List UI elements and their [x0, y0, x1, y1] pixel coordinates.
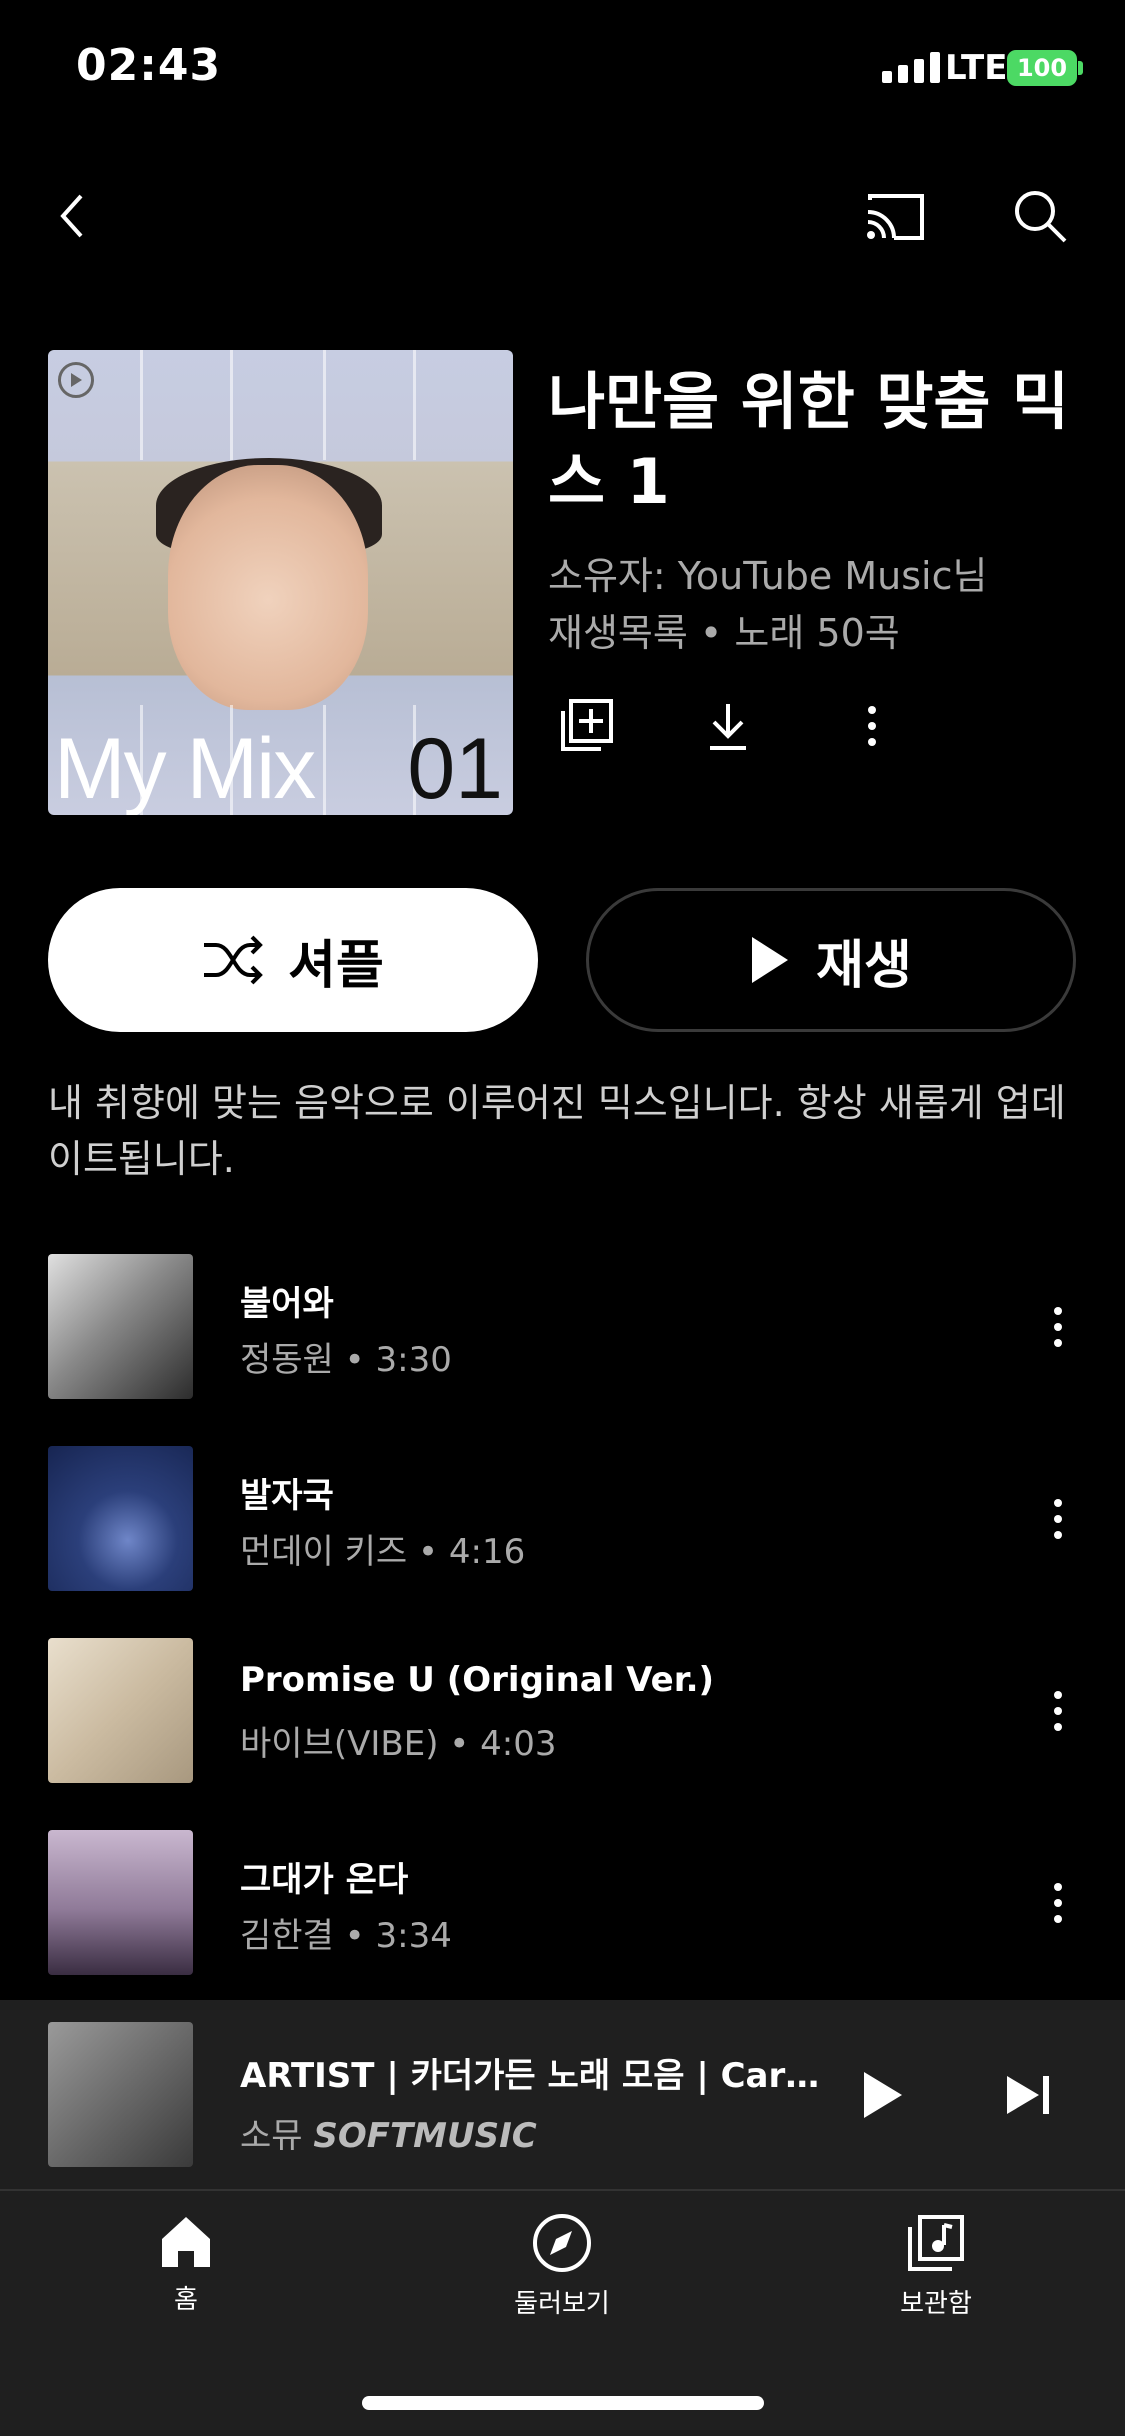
song-subtitle: 먼데이 키즈 • 4:16: [240, 1532, 526, 1572]
song-title: 발자국: [240, 1476, 334, 1516]
cast-button[interactable]: [856, 176, 936, 256]
nav-home[interactable]: 홈: [76, 2213, 296, 2316]
now-playing-thumbnail: [48, 2022, 193, 2167]
song-subtitle: 정동원 • 3:30: [240, 1340, 452, 1380]
song-thumbnail: [48, 1254, 193, 1399]
cover-play-icon: [58, 362, 94, 398]
play-label: 재생: [816, 935, 912, 996]
playlist-owner: 소유자: YouTube Music님: [548, 554, 988, 598]
play-icon: [864, 2072, 902, 2118]
search-icon: [1015, 191, 1067, 243]
nav-library[interactable]: 보관함: [826, 2213, 1046, 2320]
home-icon: [162, 2217, 210, 2267]
nav-library-label: 보관함: [900, 2289, 972, 2319]
back-icon: [60, 194, 83, 238]
playlist-more-button[interactable]: [852, 691, 892, 761]
song-thumbnail: [48, 1830, 193, 1975]
song-more-button[interactable]: [1038, 1292, 1078, 1362]
song-row[interactable]: 불어와 정동원 • 3:30: [0, 1254, 1125, 1400]
song-title: Promise U (Original Ver.): [240, 1660, 715, 1700]
library-add-icon: [561, 699, 613, 751]
playlist-description: 내 취향에 맞는 음악으로 이루어진 믹스입니다. 항상 새롭게 업데이트됩니다…: [48, 1081, 1066, 1181]
song-row[interactable]: 발자국 먼데이 키즈 • 4:16: [0, 1446, 1125, 1592]
save-to-library-button[interactable]: [546, 686, 626, 766]
now-playing-artist-name: 소뮤: [240, 2116, 303, 2156]
song-title: 불어와: [240, 1284, 334, 1324]
song-more-button[interactable]: [1038, 1484, 1078, 1554]
song-subtitle: 바이브(VIBE) • 4:03: [240, 1724, 557, 1764]
play-button[interactable]: 재생: [586, 888, 1076, 1032]
status-time: 02:43: [76, 40, 222, 91]
shuffle-button[interactable]: 셔플: [48, 888, 538, 1032]
now-playing-channel: SOFTMUSIC: [313, 2116, 537, 2156]
mini-player[interactable]: ARTIST | 카더가든 노래 모음 | Car the... 소뮤 SOFT…: [0, 2000, 1125, 2190]
cover-title: My Mix: [54, 721, 316, 815]
song-thumbnail: [48, 1638, 193, 1783]
now-playing-title: ARTIST | 카더가든 노래 모음 | Car the...: [240, 2056, 820, 2096]
cover-number: 01: [407, 721, 503, 815]
song-more-button[interactable]: [1038, 1676, 1078, 1746]
nav-home-label: 홈: [174, 2285, 198, 2315]
now-playing-artist: 소뮤 SOFTMUSIC: [240, 2108, 537, 2157]
nav-explore-label: 둘러보기: [514, 2289, 610, 2319]
download-icon: [710, 704, 746, 750]
shuffle-label: 셔플: [288, 935, 384, 996]
compass-icon: [533, 2214, 591, 2272]
song-title: 그대가 온다: [240, 1860, 409, 1900]
download-button[interactable]: [688, 686, 768, 766]
battery-icon: 100: [1007, 50, 1077, 86]
playlist-meta: 재생목록 • 노래 50곡: [548, 611, 900, 655]
shuffle-icon: [204, 935, 263, 985]
library-music-icon: [908, 2215, 964, 2271]
back-button[interactable]: [32, 176, 112, 256]
play-icon: [752, 937, 789, 983]
home-indicator: [362, 2396, 764, 2410]
cast-icon: [867, 194, 924, 240]
battery-tip: [1078, 61, 1083, 75]
playlist-title: 나만을 위한 맞춤 믹스 1: [548, 365, 1070, 518]
song-thumbnail: [48, 1446, 193, 1591]
song-more-button[interactable]: [1038, 1868, 1078, 1938]
song-row[interactable]: Promise U (Original Ver.) 바이브(VIBE) • 4:…: [0, 1638, 1125, 1784]
search-button[interactable]: [1000, 176, 1080, 256]
signal-icon: [882, 52, 940, 83]
next-button[interactable]: [984, 2050, 1074, 2140]
song-row[interactable]: 그대가 온다 김한결 • 3:34: [0, 1830, 1125, 1976]
playlist-cover: My Mix 01: [48, 350, 513, 815]
song-subtitle: 김한결 • 3:34: [240, 1916, 452, 1956]
skip-next-icon: [1007, 2076, 1049, 2114]
network-label: LTE: [945, 48, 1008, 88]
nav-explore[interactable]: 둘러보기: [452, 2213, 672, 2320]
mini-play-button[interactable]: [838, 2050, 928, 2140]
